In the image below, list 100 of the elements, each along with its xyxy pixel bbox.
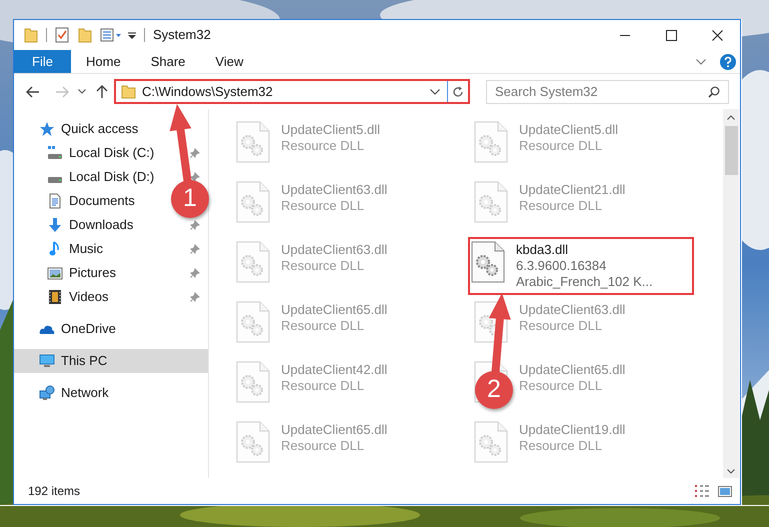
nav-label: Network	[61, 384, 109, 402]
help-icon[interactable]	[720, 54, 736, 70]
pin-icon[interactable]	[190, 268, 200, 278]
large-icons-view-icon[interactable]	[718, 486, 732, 496]
nav-label: Documents	[69, 192, 135, 210]
file-name: UpdateClient63.dll	[281, 182, 388, 198]
nav-item[interactable]: Pictures	[14, 261, 120, 285]
minimize-icon	[620, 34, 630, 36]
folder-icon	[121, 84, 136, 98]
nav-label: Local Disk (D:)	[69, 168, 154, 186]
dropdown-chevron-icon[interactable]	[430, 88, 440, 94]
nav-item[interactable]: OneDrive	[14, 317, 120, 341]
file-name: UpdateClient5.dll	[519, 122, 618, 138]
expand-ribbon-chevron-icon[interactable]	[696, 58, 706, 64]
dll-file-icon	[236, 121, 270, 163]
ribbon-tab[interactable]: View	[200, 50, 258, 73]
drive-icon	[47, 145, 63, 161]
file-name: UpdateClient19.dll	[519, 422, 626, 438]
dll-file-icon	[236, 421, 270, 463]
nav-item[interactable]: Videos	[14, 285, 113, 309]
back-arrow-icon[interactable]	[26, 86, 40, 98]
address-bar[interactable]: C:\Windows\System32	[114, 79, 470, 104]
picture-frame-icon	[47, 265, 63, 281]
maximize-icon	[666, 30, 676, 40]
nav-label: Music	[69, 240, 103, 258]
dll-file-icon	[236, 301, 270, 343]
file-name: UpdateClient63.dll	[519, 302, 626, 318]
nav-item[interactable]: This PC	[14, 349, 208, 373]
scrollbar[interactable]	[723, 109, 739, 478]
nav-item[interactable]: Local Disk (C:)	[14, 141, 158, 165]
file-name: UpdateClient65.dll	[281, 302, 388, 318]
nav-item[interactable]: Music	[14, 237, 107, 261]
pin-icon[interactable]	[190, 244, 200, 254]
pin-icon[interactable]	[190, 148, 200, 158]
dll-file-icon	[236, 181, 270, 223]
film-strip-icon	[47, 289, 63, 305]
file-detail: Resource DLL	[281, 438, 366, 454]
dll-file-icon	[471, 241, 505, 283]
scroll-down-icon[interactable]	[727, 469, 735, 474]
monitor-icon	[39, 353, 55, 369]
nav-item[interactable]: Downloads	[14, 213, 138, 237]
nav-label: OneDrive	[61, 320, 116, 338]
file-name: UpdateClient21.dll	[519, 182, 626, 198]
nav-label: Quick access	[61, 120, 138, 138]
nav-item[interactable]: Quick access	[14, 117, 142, 141]
refresh-icon	[452, 86, 464, 98]
file-detail: Resource DLL	[519, 378, 604, 394]
search-field[interactable]: Search System32	[486, 80, 729, 104]
file-name: UpdateClient65.dll	[519, 362, 626, 378]
new-folder-icon[interactable]	[78, 27, 92, 43]
ribbon-tab[interactable]: Share	[136, 50, 200, 73]
file-item[interactable]: kbda3.dll 6.3.9600.16384 Arabic_French_102 K...	[468, 237, 694, 295]
pin-icon[interactable]	[190, 292, 200, 302]
item-count: 192 items	[28, 483, 80, 500]
file-tab[interactable]: File	[14, 50, 71, 73]
file-name: UpdateClient65.dll	[281, 422, 388, 438]
up-arrow-icon[interactable]	[96, 84, 108, 98]
file-detail: Resource DLL	[519, 318, 604, 334]
window-title: System32	[153, 26, 211, 44]
nav-item[interactable]: Documents	[14, 189, 139, 213]
view-list-icon[interactable]	[100, 28, 122, 42]
address-path: C:\Windows\System32	[142, 82, 274, 101]
nav-item[interactable]: Local Disk (D:)	[14, 165, 158, 189]
customize-caret-icon[interactable]	[128, 30, 136, 40]
file-detail: 6.3.9600.16384	[516, 258, 608, 274]
file-detail: Arabic_French_102 K...	[516, 274, 653, 290]
dll-file-icon	[474, 421, 508, 463]
nav-label: This PC	[61, 352, 108, 370]
nav-label: Pictures	[69, 264, 116, 282]
file-detail: Resource DLL	[519, 198, 604, 214]
file-detail: Resource DLL	[281, 378, 366, 394]
file-name: UpdateClient5.dll	[281, 122, 380, 138]
file-detail: Resource DLL	[281, 258, 366, 274]
drive-icon	[47, 176, 63, 184]
file-detail: Resource DLL	[519, 138, 604, 154]
file-name: UpdateClient42.dll	[281, 362, 388, 378]
nav-item[interactable]: Network	[14, 381, 113, 405]
file-name: UpdateClient63.dll	[281, 242, 388, 258]
nav-label: Local Disk (C:)	[69, 144, 154, 162]
scroll-thumb[interactable]	[724, 126, 738, 175]
properties-icon[interactable]	[55, 27, 69, 43]
download-arrow-icon	[47, 217, 63, 233]
search-icon[interactable]	[708, 86, 720, 98]
document-icon	[47, 193, 63, 209]
network-icon	[39, 385, 55, 401]
file-name: kbda3.dll	[516, 242, 570, 258]
file-detail: Resource DLL	[281, 198, 366, 214]
dll-file-icon	[474, 181, 508, 223]
pin-icon[interactable]	[190, 220, 200, 230]
pin-icon[interactable]	[190, 172, 200, 182]
scroll-up-icon[interactable]	[727, 115, 735, 120]
details-view-icon[interactable]	[694, 485, 710, 497]
recent-caret-icon[interactable]	[78, 89, 86, 94]
folder-icon[interactable]	[24, 27, 38, 43]
ribbon-tab[interactable]: Home	[71, 50, 136, 73]
dll-file-icon	[236, 361, 270, 403]
nav-label: Videos	[69, 288, 109, 306]
dll-file-icon	[474, 121, 508, 163]
file-detail: Resource DLL	[519, 438, 604, 454]
star-icon	[39, 121, 55, 137]
